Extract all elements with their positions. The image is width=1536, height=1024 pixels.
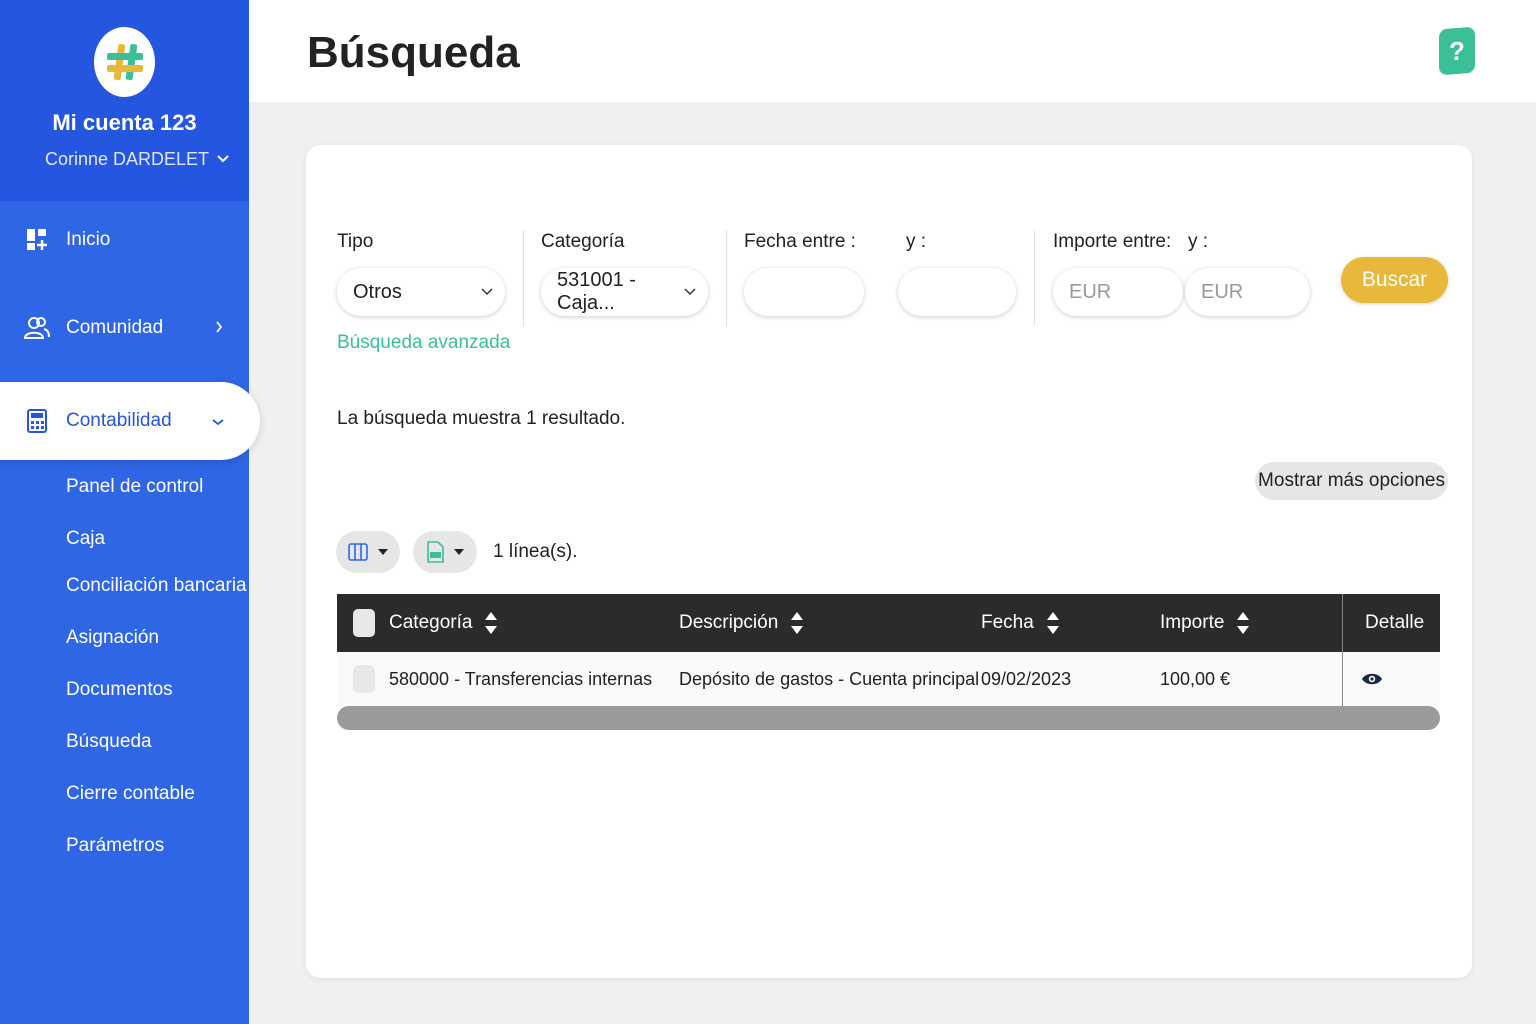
chevron-down-icon bbox=[481, 288, 493, 296]
submenu-item-documentos[interactable]: Documentos bbox=[66, 679, 173, 701]
spreadsheet-file-icon bbox=[427, 541, 444, 563]
nav-label-comunidad: Comunidad bbox=[66, 317, 164, 338]
dashboard-icon bbox=[24, 227, 50, 253]
row-checkbox[interactable] bbox=[353, 665, 375, 693]
cell-fecha: 09/02/2023 bbox=[981, 668, 1072, 689]
categoria-select[interactable]: 531001 - Caja... bbox=[541, 268, 708, 316]
results-table: Categoría Descripción Fecha Importe Deta… bbox=[337, 594, 1440, 706]
cell-descripcion: Depósito de gastos - Cuenta principal bbox=[679, 668, 980, 689]
submenu-item-cierre-contable[interactable]: Cierre contable bbox=[66, 783, 195, 805]
view-detail-button[interactable] bbox=[1361, 652, 1383, 706]
submenu-item-conciliacion-bancaria[interactable]: Conciliación bancaria bbox=[66, 575, 247, 597]
fecha-from-field[interactable] bbox=[744, 268, 864, 316]
columns-icon bbox=[348, 543, 368, 561]
importe-y-label: y : bbox=[1188, 231, 1209, 252]
fecha-to-field[interactable] bbox=[898, 268, 1016, 316]
column-label: Descripción bbox=[679, 612, 779, 633]
importe-min-input[interactable] bbox=[1069, 280, 1167, 304]
account-name: Mi cuenta 123 bbox=[52, 110, 197, 135]
eye-icon bbox=[1362, 673, 1382, 685]
importe-max-field[interactable] bbox=[1185, 268, 1310, 316]
nav-item-contabilidad[interactable]: Contabilidad bbox=[0, 382, 260, 460]
fecha-label: Fecha entre : bbox=[744, 231, 856, 252]
column-header-descripcion[interactable]: Descripción bbox=[679, 594, 804, 652]
importe-min-field[interactable] bbox=[1053, 268, 1183, 316]
search-button[interactable]: Buscar bbox=[1341, 257, 1448, 303]
submenu-item-parametros[interactable]: Parámetros bbox=[66, 835, 164, 857]
search-card: Tipo Otros Categoría 531001 - Caja... Fe… bbox=[306, 145, 1472, 978]
importe-label: Importe entre: bbox=[1053, 231, 1172, 252]
fecha-to-input[interactable] bbox=[914, 280, 1000, 304]
caret-down-icon bbox=[454, 549, 464, 555]
user-name: Corinne DARDELET bbox=[45, 148, 210, 169]
horizontal-scrollbar[interactable] bbox=[337, 706, 1440, 730]
nav-label-contabilidad: Contabilidad bbox=[66, 410, 172, 431]
filter-divider bbox=[1034, 230, 1035, 326]
fecha-y-label: y : bbox=[906, 231, 927, 252]
users-icon bbox=[24, 315, 50, 341]
sidebar: Mi cuenta 123 Corinne DARDELET Inicio Co… bbox=[0, 0, 260, 1024]
export-button[interactable] bbox=[413, 531, 477, 573]
importe-max-input[interactable] bbox=[1201, 280, 1294, 304]
submenu-item-busqueda[interactable]: Búsqueda bbox=[66, 731, 152, 753]
cell-importe: 100,00 € bbox=[1160, 668, 1231, 689]
submenu-item-panel-de-control[interactable]: Panel de control bbox=[66, 476, 203, 498]
tipo-select[interactable]: Otros bbox=[337, 268, 505, 316]
filter-divider bbox=[523, 230, 524, 326]
chevron-down-icon bbox=[684, 288, 696, 296]
submenu-item-asignacion[interactable]: Asignación bbox=[66, 627, 159, 649]
chevron-right-icon bbox=[215, 317, 223, 339]
column-label: Detalle bbox=[1365, 612, 1425, 633]
column-header-categoria[interactable]: Categoría bbox=[389, 594, 498, 652]
column-divider bbox=[1342, 594, 1343, 706]
cell-categoria: 580000 - Transferencias internas bbox=[389, 668, 653, 689]
select-all-checkbox[interactable] bbox=[353, 609, 375, 637]
chevron-down-icon bbox=[212, 410, 224, 432]
nav-label-inicio: Inicio bbox=[66, 229, 111, 250]
columns-toggle-button[interactable] bbox=[336, 531, 400, 573]
column-label: Fecha bbox=[981, 612, 1034, 633]
page-title: Búsqueda bbox=[307, 28, 520, 77]
column-label: Categoría bbox=[389, 612, 473, 633]
tipo-label: Tipo bbox=[337, 231, 374, 252]
column-label: Importe bbox=[1160, 612, 1225, 633]
sort-icon bbox=[1237, 612, 1250, 634]
lines-count: 1 línea(s). bbox=[493, 541, 578, 562]
tipo-value: Otros bbox=[353, 280, 402, 303]
app-logo bbox=[94, 27, 155, 97]
nav-item-comunidad[interactable]: Comunidad bbox=[0, 300, 249, 356]
categoria-value: 531001 - Caja... bbox=[557, 269, 636, 314]
help-button[interactable]: ? bbox=[1439, 26, 1475, 76]
chevron-down-icon bbox=[217, 155, 229, 163]
nav-item-inicio[interactable]: Inicio bbox=[0, 212, 249, 268]
table-header: Categoría Descripción Fecha Importe Deta… bbox=[337, 594, 1440, 652]
sort-icon bbox=[791, 612, 804, 634]
user-menu[interactable]: Corinne DARDELET bbox=[45, 146, 230, 172]
sort-icon bbox=[485, 612, 498, 634]
sidebar-header: Mi cuenta 123 Corinne DARDELET bbox=[0, 0, 249, 201]
column-header-importe[interactable]: Importe bbox=[1160, 594, 1250, 652]
advanced-search-link[interactable]: Búsqueda avanzada bbox=[337, 332, 510, 354]
result-summary: La búsqueda muestra 1 resultado. bbox=[337, 408, 626, 429]
fecha-from-input[interactable] bbox=[760, 280, 848, 304]
column-header-detalle: Detalle bbox=[1365, 594, 1424, 652]
categoria-label: Categoría bbox=[541, 231, 625, 252]
top-bar: Búsqueda ? bbox=[249, 0, 1536, 102]
sort-icon bbox=[1046, 612, 1059, 634]
column-header-fecha[interactable]: Fecha bbox=[981, 594, 1060, 652]
filter-divider bbox=[726, 230, 727, 326]
calculator-icon bbox=[24, 408, 50, 434]
submenu-item-caja[interactable]: Caja bbox=[66, 528, 105, 550]
more-options-button[interactable]: Mostrar más opciones bbox=[1255, 462, 1448, 500]
caret-down-icon bbox=[378, 549, 388, 555]
table-row[interactable]: 580000 - Transferencias internas Depósit… bbox=[337, 652, 1440, 706]
